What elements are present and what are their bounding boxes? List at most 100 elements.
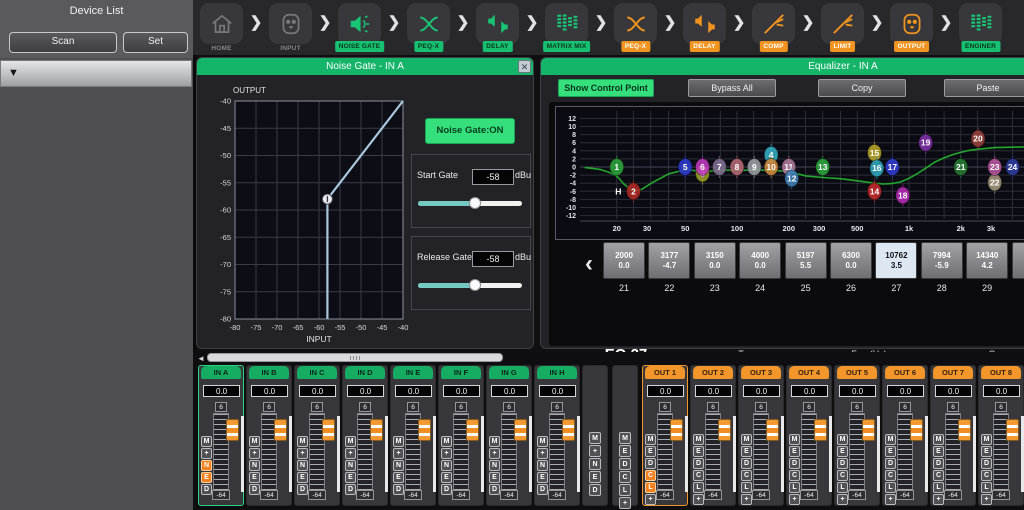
mute-button[interactable]: M <box>249 436 260 447</box>
eq-button[interactable]: E <box>933 446 944 457</box>
limit-button[interactable]: L <box>837 482 848 493</box>
gain-display[interactable]: 0.0 <box>647 385 684 397</box>
device-list-item[interactable]: ▼ <box>0 60 192 87</box>
delay-button[interactable]: D <box>589 484 601 496</box>
toolbar-item-delay-7[interactable]: DELAY <box>681 0 728 55</box>
mute-button[interactable]: M <box>297 436 308 447</box>
delay-button[interactable]: D <box>249 484 260 495</box>
gain-display[interactable]: 0.0 <box>299 385 336 397</box>
gain-display[interactable]: 0.0 <box>935 385 972 397</box>
comp-button[interactable]: C <box>645 470 656 481</box>
comp-button[interactable]: C <box>837 470 848 481</box>
show-control-point-button[interactable]: Show Control Point <box>558 79 654 97</box>
fader-handle[interactable] <box>1006 419 1019 441</box>
polarity-button[interactable]: + <box>789 494 800 505</box>
set-button[interactable]: Set <box>123 32 188 53</box>
polarity-button[interactable]: + <box>741 494 752 505</box>
mute-button[interactable]: M <box>741 434 752 445</box>
channel-label[interactable]: IN C <box>297 366 337 379</box>
fader-handle[interactable] <box>958 419 971 441</box>
channel-strip-in-g[interactable]: IN G0.06-64M+NED <box>486 365 532 506</box>
gain-display[interactable]: 0.0 <box>539 385 576 397</box>
delay-button[interactable]: D <box>201 484 212 495</box>
slider-thumb[interactable] <box>469 197 481 209</box>
toolbar-item-delay-4[interactable]: DELAY <box>474 0 521 55</box>
noise-gate-button[interactable]: N <box>345 460 356 471</box>
mute-button[interactable]: M <box>441 436 452 447</box>
eq-button[interactable]: E <box>345 472 356 483</box>
paste-button[interactable]: Paste <box>944 79 1024 97</box>
mute-button[interactable]: M <box>933 434 944 445</box>
eq-button[interactable]: E <box>741 446 752 457</box>
start-gate-slider[interactable] <box>418 201 522 206</box>
channel-label[interactable]: OUT 2 <box>693 366 733 379</box>
gain-display[interactable]: 0.0 <box>743 385 780 397</box>
toolbar-item-output-10[interactable]: OUTPUT <box>888 0 935 55</box>
eq-button[interactable]: E <box>249 472 260 483</box>
mute-button[interactable]: M <box>981 434 992 445</box>
eq-band-button-29[interactable]: 143404.2 <box>966 242 1008 279</box>
eq-button[interactable]: E <box>693 446 704 457</box>
eq-button[interactable]: E <box>589 471 601 483</box>
eq-button[interactable]: E <box>789 446 800 457</box>
channel-label[interactable]: OUT 4 <box>789 366 829 379</box>
channel-label[interactable]: IN A <box>201 366 241 379</box>
channel-label[interactable]: OUT 1 <box>645 366 685 379</box>
polarity-button[interactable]: + <box>249 448 260 459</box>
delay-button[interactable]: D <box>885 458 896 469</box>
fader-handle[interactable] <box>370 419 383 441</box>
mute-button[interactable]: M <box>789 434 800 445</box>
band-prev-icon[interactable]: ‹ <box>585 250 593 278</box>
start-gate-value[interactable]: -58 <box>472 169 514 185</box>
slider-thumb[interactable] <box>469 279 481 291</box>
polarity-button[interactable]: + <box>693 494 704 505</box>
comp-button[interactable]: C <box>693 470 704 481</box>
channel-strip-in-h[interactable]: IN H0.06-64M+NED <box>534 365 580 506</box>
limit-button[interactable]: L <box>645 482 656 493</box>
delay-button[interactable]: D <box>741 458 752 469</box>
comp-button[interactable]: C <box>789 470 800 481</box>
eq-button[interactable]: E <box>297 472 308 483</box>
channel-label[interactable]: IN H <box>537 366 577 379</box>
mute-button[interactable]: M <box>619 432 631 444</box>
channel-strip-out-2[interactable]: OUT 20.06-64MEDCL+ <box>690 365 736 506</box>
mute-button[interactable]: M <box>393 436 404 447</box>
link-strip-1[interactable]: M+NED <box>582 365 608 506</box>
toolbar-item-comp-8[interactable]: COMP <box>750 0 797 55</box>
toolbar-item-peq-x-6[interactable]: PEQ-X <box>612 0 659 55</box>
scroll-left-icon[interactable]: ◄ <box>197 354 205 363</box>
eq-band-button-21[interactable]: 20000.0 <box>603 242 645 279</box>
mute-button[interactable]: M <box>345 436 356 447</box>
delay-button[interactable]: D <box>441 484 452 495</box>
channel-strip-in-c[interactable]: IN C0.06-64M+NED <box>294 365 340 506</box>
fader-handle[interactable] <box>322 419 335 441</box>
channel-label[interactable]: OUT 5 <box>837 366 877 379</box>
gain-display[interactable]: 0.0 <box>395 385 432 397</box>
expand-arrow-icon[interactable]: ▼ <box>8 67 19 79</box>
channel-label[interactable]: IN B <box>249 366 289 379</box>
bypass-all-button[interactable]: Bypass All <box>688 79 776 97</box>
delay-button[interactable]: D <box>537 484 548 495</box>
toolbar-item-limit-9[interactable]: LIMIT <box>819 0 866 55</box>
eq-button[interactable]: E <box>885 446 896 457</box>
eq-band-button-22[interactable]: 3177-4.7 <box>648 242 690 279</box>
limit-button[interactable]: L <box>789 482 800 493</box>
mute-button[interactable]: M <box>489 436 500 447</box>
channel-label[interactable]: IN E <box>393 366 433 379</box>
channel-strip-out-7[interactable]: OUT 70.06-64MEDCL+ <box>930 365 976 506</box>
gain-display[interactable]: 0.0 <box>491 385 528 397</box>
fader-handle[interactable] <box>718 419 731 441</box>
delay-button[interactable]: D <box>837 458 848 469</box>
noise-gate-power-button[interactable]: Noise Gate:ON <box>425 118 515 144</box>
eq-button[interactable]: E <box>201 472 212 483</box>
eq-button[interactable]: E <box>981 446 992 457</box>
fader-handle[interactable] <box>466 419 479 441</box>
eq-button[interactable]: E <box>441 472 452 483</box>
eq-button[interactable]: E <box>619 445 631 457</box>
channel-strip-out-6[interactable]: OUT 60.06-64MEDCL+ <box>882 365 928 506</box>
channel-strip-in-f[interactable]: IN F0.06-64M+NED <box>438 365 484 506</box>
limit-button[interactable]: L <box>885 482 896 493</box>
gain-display[interactable]: 0.0 <box>839 385 876 397</box>
mute-button[interactable]: M <box>885 434 896 445</box>
mute-button[interactable]: M <box>693 434 704 445</box>
